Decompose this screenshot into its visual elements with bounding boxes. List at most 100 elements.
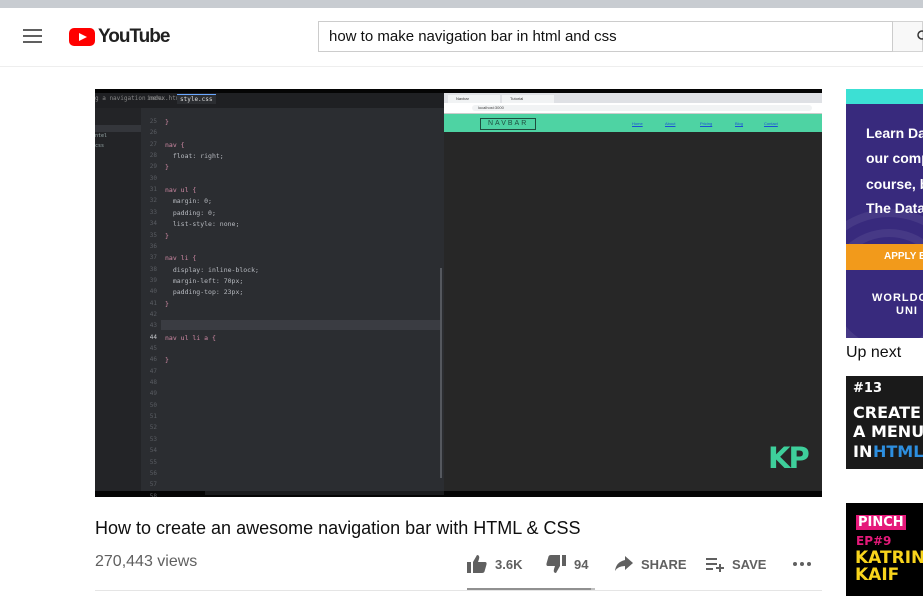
hamburger-menu-icon[interactable] xyxy=(22,27,44,45)
thumbnail-title-line: KAIF xyxy=(855,565,900,585)
line-number: 30 xyxy=(149,174,157,182)
line-number: 33 xyxy=(149,208,157,216)
preview-toolbar: localhost:3000 xyxy=(444,103,822,114)
more-horizontal-icon xyxy=(793,562,811,566)
save-button[interactable]: SAVE xyxy=(706,553,766,575)
masthead: YouTube xyxy=(0,8,923,67)
like-ratio-bar xyxy=(467,588,595,590)
code-line: margin-left: 70px; xyxy=(165,276,244,285)
line-number: 31 xyxy=(149,186,157,194)
line-number: 34 xyxy=(149,220,157,228)
line-number: 27 xyxy=(149,140,157,148)
add-to-playlist-icon xyxy=(706,558,724,572)
line-number: 48 xyxy=(149,379,157,387)
demo-nav-link: Contact xyxy=(764,121,778,126)
line-number-gutter: 25 26 27 28 29 30 31 32 33 34 35 36 37 38 39 40 41 42 43 44… xyxy=(141,108,161,497)
line-number: 53 xyxy=(149,435,157,443)
thumbnail-title-line: CREATE xyxy=(853,403,921,422)
ad-text-line: The Data xyxy=(866,200,923,216)
thumbnail-highlight: HTML xyxy=(873,442,923,461)
youtube-logo[interactable]: YouTube xyxy=(69,26,170,48)
thumbs-down-icon xyxy=(546,555,566,573)
ad-brand-text: WORLDO xyxy=(872,292,923,304)
code-line: display: inline-block; xyxy=(165,265,259,274)
code-line: } xyxy=(165,231,169,240)
code-line: list-style: none; xyxy=(165,220,240,229)
browser-preview: Navbar Tutorial localhost:3000 NAVBAR Ho… xyxy=(444,93,822,491)
ad-text-line: course, b xyxy=(866,176,923,192)
line-number: 45 xyxy=(149,345,157,352)
line-number: 38 xyxy=(149,265,157,273)
ad-apply-button[interactable]: APPLY B xyxy=(846,244,923,270)
ad-accent-bar xyxy=(846,89,923,104)
code-line: padding-top: 23px; xyxy=(165,288,244,297)
search-button[interactable] xyxy=(893,21,923,52)
thumbnail-episode: EP#9 xyxy=(856,534,892,548)
code-line: } xyxy=(165,163,169,172)
current-line-highlight xyxy=(161,320,440,330)
line-number: 56 xyxy=(149,469,157,477)
line-number: 42 xyxy=(149,310,157,318)
demo-nav-link: Pricing xyxy=(700,121,713,126)
ad-text-line: our comp xyxy=(866,150,923,166)
save-label: SAVE xyxy=(732,556,767,572)
line-number: 29 xyxy=(149,163,157,171)
preview-tab: Tutorial xyxy=(502,95,554,103)
line-number: 39 xyxy=(149,276,157,284)
code-line: float: right; xyxy=(165,152,224,161)
thumbnail-number: #13 xyxy=(853,381,882,396)
line-number: 57 xyxy=(149,481,157,489)
file-tree-item: ntel xyxy=(95,133,108,139)
search-icon xyxy=(917,30,923,40)
line-number: 55 xyxy=(149,458,157,466)
file-tree-item: css xyxy=(95,143,105,149)
demo-nav-link: Home xyxy=(632,121,643,126)
like-count: 3.6K xyxy=(495,556,523,572)
like-button[interactable]: 3.6K xyxy=(467,553,522,575)
line-number: 28 xyxy=(149,152,157,160)
video-player[interactable]: g a navigation menu index.html style.css… xyxy=(95,89,822,497)
line-number: 37 xyxy=(149,254,157,262)
code-line: nav li { xyxy=(165,254,197,263)
search-input[interactable] xyxy=(319,22,892,51)
view-count: 270,443 views xyxy=(95,553,198,570)
line-number: 50 xyxy=(149,401,157,409)
code-line: } xyxy=(165,118,169,126)
code-line: nav ul { xyxy=(165,186,197,195)
preview-tab: Navbar xyxy=(448,95,500,103)
line-number: 36 xyxy=(149,242,157,250)
line-number: 43 xyxy=(149,322,157,330)
logo-text: YouTube xyxy=(98,26,170,47)
line-number: 54 xyxy=(149,447,157,455)
editor-tab-bar: g a navigation menu index.html style.css xyxy=(95,93,444,108)
share-button[interactable]: SHARE xyxy=(615,553,687,575)
file-tree: ntel css xyxy=(95,108,141,491)
recommended-video-thumbnail[interactable]: PINCH EP#9 KATRINA KAIF xyxy=(846,503,923,596)
editor-tab-active: style.css xyxy=(177,94,216,104)
demo-navbar: NAVBAR Home About Pricing Blog Contact xyxy=(444,114,822,132)
up-next-video-thumbnail[interactable]: #13 CREATE A MENU IN HTML xyxy=(846,376,923,469)
code-line: nav { xyxy=(165,140,185,149)
code-line: } xyxy=(165,356,169,365)
line-number: 41 xyxy=(149,299,157,307)
line-number: 35 xyxy=(149,231,157,239)
code-line: } xyxy=(165,299,169,308)
thumbnail-title-line: A MENU xyxy=(853,422,923,441)
ad-text-line: Learn Da xyxy=(866,125,923,141)
code-line: nav ul li a { xyxy=(165,333,216,342)
line-number: 25 xyxy=(149,118,157,125)
like-ratio-fill xyxy=(467,588,592,590)
code-line: margin: 0; xyxy=(165,197,212,206)
editor-status-bar xyxy=(205,491,444,495)
line-number: 49 xyxy=(149,390,157,398)
code-editor-frame: g a navigation menu index.html style.css… xyxy=(95,93,444,497)
video-title: How to create an awesome navigation bar … xyxy=(95,518,581,538)
dislike-button[interactable]: 94 xyxy=(546,553,588,575)
browser-chrome-strip xyxy=(0,0,923,8)
up-next-heading: Up next xyxy=(846,344,902,361)
more-actions-button[interactable] xyxy=(792,553,812,575)
play-logo-icon xyxy=(69,28,95,46)
line-number: 51 xyxy=(149,413,157,421)
sidebar-ad[interactable]: Learn Da our comp course, b The Data APP… xyxy=(846,89,923,338)
demo-navbar-brand: NAVBAR xyxy=(480,118,537,130)
